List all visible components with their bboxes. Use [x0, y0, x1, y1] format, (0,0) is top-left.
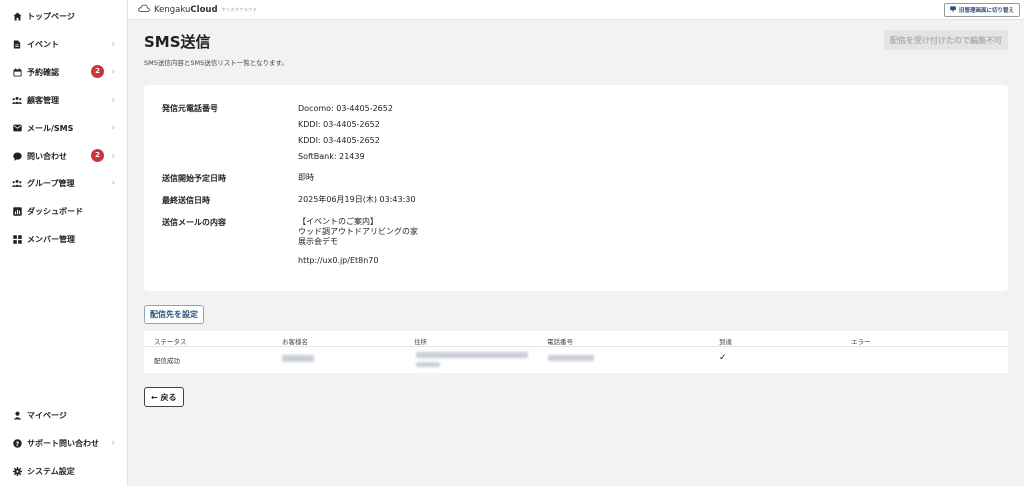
sidebar-item-dashboard[interactable]: ダッシュボード — [0, 200, 127, 222]
home-icon — [12, 11, 22, 21]
sidebar-item-label: マイページ — [27, 410, 67, 420]
scheduled-send-label: 送信開始予定日時 — [162, 174, 226, 183]
sidebar-item-mail-sms[interactable]: メール/SMS › — [0, 117, 127, 139]
sidebar-item-support[interactable]: ? サポート問い合わせ › — [0, 432, 127, 454]
document-icon — [12, 39, 22, 49]
chevron-right-icon: › — [111, 438, 115, 447]
table-header-divider — [144, 346, 1008, 347]
last-sent-label: 最終送信日時 — [162, 196, 210, 205]
chevron-right-icon: › — [111, 39, 115, 48]
set-destination-button[interactable]: 配信先を設定 — [144, 305, 204, 324]
sender-number-value: KDDI: 03-4405-2652 — [298, 120, 380, 129]
address-redacted — [416, 352, 528, 358]
check-icon: ✓ — [719, 353, 727, 363]
sidebar-item-label: グループ管理 — [27, 178, 75, 188]
sidebar-item-label: システム設定 — [27, 466, 75, 476]
sidebar-item-label: メール/SMS — [27, 123, 74, 133]
address-redacted — [416, 362, 440, 367]
column-header-status: ステータス — [154, 338, 187, 346]
switch-legacy-admin-button[interactable]: 旧管理画面に切り替え — [943, 3, 1020, 17]
column-header-delivered: 到達 — [719, 338, 732, 346]
message-content-link[interactable]: http://ux0.jp/Et8n70 — [298, 255, 378, 266]
calendar-icon — [12, 67, 22, 77]
app-logo[interactable]: Kengaku Cloud ケンガククラウド — [138, 4, 257, 15]
user-icon — [12, 410, 22, 420]
chevron-right-icon: › — [111, 95, 115, 104]
status-cell: 配信成功 — [154, 357, 180, 365]
grid-icon — [12, 234, 22, 244]
logo-text-bold: Cloud — [190, 4, 218, 15]
group-icon — [12, 178, 22, 188]
sidebar-item-label: メンバー管理 — [27, 234, 75, 244]
sidebar-item-label: 予約確認 — [27, 67, 59, 77]
scheduled-send-value: 即時 — [298, 173, 314, 182]
logo-text-light: Kengaku — [154, 4, 191, 15]
sender-number-label: 発信元電話番号 — [162, 104, 218, 113]
svg-text:?: ? — [15, 440, 19, 447]
sender-number-value: KDDI: 03-4405-2652 — [298, 136, 380, 145]
chevron-right-icon: › — [111, 67, 115, 76]
sms-details-card: 発信元電話番号 Docomo: 03-4405-2652 KDDI: 03-44… — [144, 85, 1008, 291]
sidebar-item-label: イベント — [27, 39, 59, 49]
switch-legacy-admin-label: 旧管理画面に切り替え — [958, 8, 1014, 14]
sender-number-value: Docomo: 03-4405-2652 — [298, 104, 393, 113]
column-header-phone: 電話番号 — [547, 338, 573, 346]
sidebar-item-members[interactable]: メンバー管理 — [0, 228, 127, 250]
gear-icon — [12, 466, 22, 476]
recipients-table: ステータス お客様名 住所 電話番号 到達 エラー 配信成功 ✓ — [144, 331, 1008, 373]
sidebar-item-inquiries[interactable]: 問い合わせ 2 › — [0, 145, 127, 167]
mail-icon — [12, 123, 22, 133]
back-button[interactable]: ← 戻る — [144, 387, 184, 407]
sidebar-item-label: 問い合わせ — [27, 151, 67, 161]
message-content-label: 送信メールの内容 — [162, 218, 226, 227]
cloud-logo-icon — [138, 4, 150, 15]
customer-name-redacted — [282, 355, 314, 362]
chevron-right-icon: › — [111, 178, 115, 187]
top-bar: Kengaku Cloud ケンガククラウド 旧管理画面に切り替え — [128, 0, 1024, 20]
edit-locked-button: 配信を受け付けたので編集不可 — [884, 30, 1008, 50]
sidebar-item-reservations[interactable]: 予約確認 2 › — [0, 61, 127, 83]
sidebar-item-label: ダッシュボード — [27, 206, 83, 216]
sidebar-item-mypage[interactable]: マイページ — [0, 404, 127, 426]
column-header-error: エラー — [851, 338, 871, 346]
page-title: SMS送信 — [144, 33, 211, 51]
sidebar-item-events[interactable]: イベント › — [0, 33, 127, 55]
sidebar-item-label: トップページ — [27, 11, 75, 21]
notification-badge: 2 — [91, 65, 104, 78]
chevron-right-icon: › — [111, 151, 115, 160]
people-icon — [12, 95, 22, 105]
sidebar-item-customers[interactable]: 顧客管理 › — [0, 89, 127, 111]
sidebar-item-top[interactable]: トップページ — [0, 5, 127, 27]
monitor-icon — [950, 6, 956, 14]
phone-redacted — [548, 355, 594, 361]
sidebar-item-groups[interactable]: グループ管理 › — [0, 172, 127, 194]
logo-tagline: ケンガククラウド — [221, 6, 258, 12]
notification-badge: 2 — [91, 149, 104, 162]
column-header-address: 住所 — [414, 338, 427, 346]
chat-icon — [12, 151, 22, 161]
chevron-right-icon: › — [111, 123, 115, 132]
chart-icon — [12, 206, 22, 216]
sidebar: トップページ イベント › 予約確認 2 › 顧客管理 › メール/SMS › … — [0, 0, 128, 486]
page-subtitle: SMS送信内容とSMS送信リスト一覧となります。 — [144, 59, 288, 67]
help-icon: ? — [12, 438, 22, 448]
sender-number-value: SoftBank: 21439 — [298, 152, 365, 161]
sidebar-item-label: サポート問い合わせ — [27, 438, 99, 448]
sidebar-item-system-settings[interactable]: システム設定 — [0, 460, 127, 482]
sidebar-item-label: 顧客管理 — [27, 95, 59, 105]
column-header-customer-name: お客様名 — [282, 338, 308, 346]
message-content-line: 展示会デモ — [298, 237, 338, 246]
last-sent-value: 2025年06月19日(木) 03:43:30 — [298, 195, 416, 204]
